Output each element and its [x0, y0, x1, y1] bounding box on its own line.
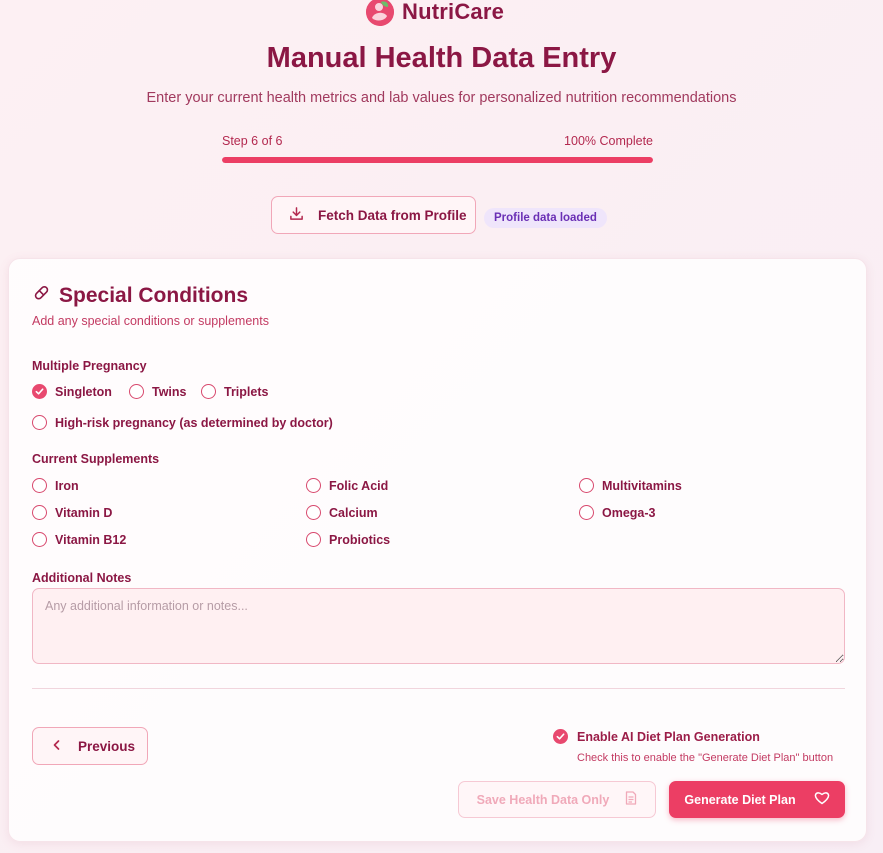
- save-label: Save Health Data Only: [476, 792, 610, 807]
- progress-track: [222, 157, 653, 163]
- supplement-folic-acid[interactable]: Folic Acid: [306, 478, 388, 493]
- option-label: Calcium: [329, 505, 378, 520]
- progress-fill: [222, 157, 653, 163]
- current-supplements-label: Current Supplements: [32, 452, 160, 466]
- previous-button[interactable]: Previous: [32, 727, 148, 765]
- pregnancy-option-triplets[interactable]: Triplets: [201, 384, 268, 399]
- download-icon: [289, 206, 304, 224]
- progress-step-label: Step 6 of 6: [222, 134, 283, 148]
- option-label: Triplets: [224, 384, 269, 399]
- option-label: Probiotics: [329, 532, 391, 547]
- brand-name: NutriCare: [402, 0, 505, 24]
- multiple-pregnancy-label: Multiple Pregnancy: [32, 359, 147, 373]
- checkbox[interactable]: [579, 505, 594, 520]
- option-label: Multivitamins: [602, 478, 682, 493]
- logo-icon: [366, 0, 394, 26]
- section-title: Special Conditions: [32, 283, 248, 308]
- brand: NutriCare: [366, 0, 504, 28]
- checkbox-checked[interactable]: [32, 384, 47, 399]
- checkbox[interactable]: [32, 505, 47, 520]
- section-title-text: Special Conditions: [59, 283, 249, 307]
- previous-label: Previous: [78, 738, 136, 754]
- document-icon: [625, 791, 637, 808]
- save-health-data-button[interactable]: Save Health Data Only: [458, 781, 656, 818]
- high-risk-pregnancy-option[interactable]: High-risk pregnancy (as determined by do…: [32, 415, 333, 430]
- supplement-vitamin-d[interactable]: Vitamin D: [32, 505, 112, 520]
- checkbox[interactable]: [32, 478, 47, 493]
- supplement-vitamin-b12[interactable]: Vitamin B12: [32, 532, 126, 547]
- additional-notes-label: Additional Notes: [32, 571, 132, 585]
- progress: Step 6 of 6 100% Complete: [222, 134, 653, 163]
- heart-icon: [814, 791, 830, 808]
- option-label: Iron: [55, 478, 79, 493]
- generate-label: Generate Diet Plan: [684, 792, 796, 807]
- generate-diet-plan-button[interactable]: Generate Diet Plan: [669, 781, 845, 818]
- ai-diet-plan-checkbox[interactable]: [553, 729, 568, 744]
- checkbox[interactable]: [32, 415, 47, 430]
- page-subtitle: Enter your current health metrics and la…: [146, 90, 737, 106]
- supplement-multivitamins[interactable]: Multivitamins: [579, 478, 682, 493]
- section-subtitle: Add any special conditions or supplement…: [32, 314, 269, 328]
- divider: [32, 688, 845, 689]
- status-badge: Profile data loaded: [484, 208, 607, 228]
- supplement-probiotics[interactable]: Probiotics: [306, 532, 390, 547]
- option-label: Vitamin B12: [55, 532, 127, 547]
- option-label: Vitamin D: [55, 505, 113, 520]
- option-label: Singleton: [55, 384, 112, 399]
- page-title: Manual Health Data Entry: [266, 42, 617, 74]
- supplement-omega-3[interactable]: Omega-3: [579, 505, 656, 520]
- supplement-calcium[interactable]: Calcium: [306, 505, 378, 520]
- checkbox[interactable]: [306, 532, 321, 547]
- pregnancy-option-twins[interactable]: Twins: [129, 384, 187, 399]
- option-label: High-risk pregnancy (as determined by do…: [55, 415, 333, 430]
- checkbox[interactable]: [306, 505, 321, 520]
- option-label: Twins: [152, 384, 187, 399]
- special-conditions-card: Special Conditions Add any special condi…: [8, 258, 867, 842]
- chevron-left-icon: [52, 739, 62, 754]
- progress-percent-label: 100% Complete: [564, 134, 653, 148]
- option-label: Folic Acid: [329, 478, 389, 493]
- option-label: Omega-3: [602, 505, 656, 520]
- checkbox[interactable]: [579, 478, 594, 493]
- checkbox[interactable]: [306, 478, 321, 493]
- additional-notes-textarea[interactable]: [32, 588, 845, 664]
- checkbox[interactable]: [201, 384, 216, 399]
- ai-toggle-description: Check this to enable the "Generate Diet …: [577, 752, 834, 764]
- pill-icon: [32, 283, 51, 308]
- ai-toggle-title: Enable AI Diet Plan Generation: [577, 730, 760, 744]
- pregnancy-option-singleton[interactable]: Singleton: [32, 384, 112, 399]
- fetch-profile-button[interactable]: Fetch Data from Profile: [271, 196, 476, 234]
- supplement-iron[interactable]: Iron: [32, 478, 79, 493]
- fetch-profile-label: Fetch Data from Profile: [318, 207, 467, 223]
- checkbox[interactable]: [129, 384, 144, 399]
- checkbox[interactable]: [32, 532, 47, 547]
